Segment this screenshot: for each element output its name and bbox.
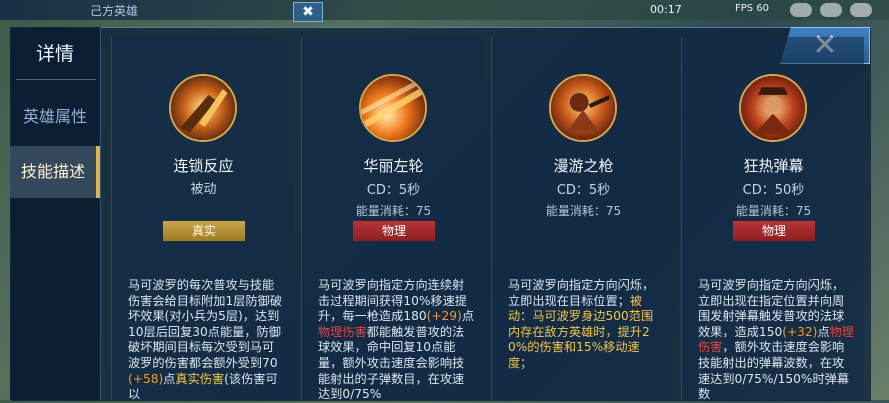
skill-icon-roaming-gun (549, 74, 617, 142)
skill-cooldown: CD：50秒 (742, 183, 805, 198)
skill-energy-cost: 能量消耗：75 (735, 204, 812, 218)
damage-type-badge: 真实 (163, 221, 245, 241)
sidebar-title: 详情 (35, 43, 74, 65)
skill-description: 马可波罗向指定方向闪烁，立即出现在指定位置并向周围发射弹幕触发普攻的法球效果，造… (698, 278, 854, 403)
skill-description: 马可波罗向指定方向连续射击过程期间获得10%移速提升，每一枪造成180(+29)… (318, 278, 474, 403)
game-hud-bar: 己方英雄 ✖ 00:17 FPS 60 (0, 0, 889, 22)
hud-pill-icon (850, 3, 872, 17)
hud-pill-icon (820, 3, 842, 17)
skill-icon-gorgeous-revolver (359, 74, 427, 142)
damage-type-badge: 物理 (733, 221, 815, 241)
skill-energy-cost: 能量消耗：75 (545, 204, 622, 218)
skill-type: 被动 (190, 182, 217, 197)
team-label: 己方英雄 (90, 4, 139, 18)
skill-card: 漫游之枪 CD：5秒 能量消耗：75 马可波罗向指定方向闪烁，立即出现在目标位置… (491, 37, 674, 400)
sidebar-item-skill-description[interactable]: 技能描述 (10, 146, 100, 198)
skill-description: 马可波罗的每次普攻与技能伤害会给目标附加1层防御破坏效果(对小兵为5层)，达到1… (128, 278, 284, 403)
skill-name: 华丽左轮 (363, 157, 424, 175)
highlight-text: 真实伤害 (175, 371, 225, 386)
skill-card: 连锁反应 被动 真实 马可波罗的每次普攻与技能伤害会给目标附加1层防御破坏效果(… (111, 37, 294, 403)
skill-icon-frenzied-barrage (739, 74, 807, 142)
match-timer: 00:17 (650, 3, 682, 16)
sidebar-divider (16, 79, 96, 80)
skill-description: 马可波罗向指定方向闪烁，立即出现在目标位置；被动：马可波罗身边500范围内存在敌… (508, 278, 664, 372)
skill-energy-cost: 能量消耗：75 (355, 204, 432, 218)
description-text: 点 (817, 324, 830, 339)
detail-sidebar: 详情 英雄属性 技能描述 (10, 27, 101, 400)
skill-icon-chain-reaction (169, 74, 237, 142)
highlight-text: (+32) (782, 324, 818, 339)
skill-cooldown: CD：5秒 (366, 183, 421, 198)
skill-cooldown: CD：5秒 (556, 183, 611, 198)
skill-card: 华丽左轮 CD：5秒 能量消耗：75 物理 马可波罗向指定方向连续射击过程期间获… (301, 37, 484, 403)
sidebar-item-hero-attributes[interactable]: 英雄属性 (10, 103, 100, 127)
highlight-text: 物理伤害 (318, 324, 367, 339)
description-text: 点 (163, 371, 176, 386)
description-text: 点 (461, 309, 474, 324)
skill-card: 狂热弹幕 CD：50秒 能量消耗：75 物理 马可波罗向指定方向闪烁，立即出现在… (681, 37, 864, 403)
hud-pill-icon (790, 3, 812, 17)
damage-type-badge: 物理 (353, 221, 435, 241)
highlight-text: (+29) (426, 309, 462, 324)
hud-close-icon[interactable]: ✖ (293, 2, 323, 22)
fps-readout: FPS 60 (735, 3, 770, 14)
skill-name: 漫游之枪 (553, 157, 614, 175)
skill-name: 狂热弹幕 (743, 157, 804, 175)
highlight-text: (+58) (128, 371, 164, 386)
description-text: 马可波罗的每次普攻与技能伤害会给目标附加1层防御破坏效果(对小兵为5层)，达到1… (128, 278, 283, 370)
skill-name: 连锁反应 (173, 157, 234, 175)
